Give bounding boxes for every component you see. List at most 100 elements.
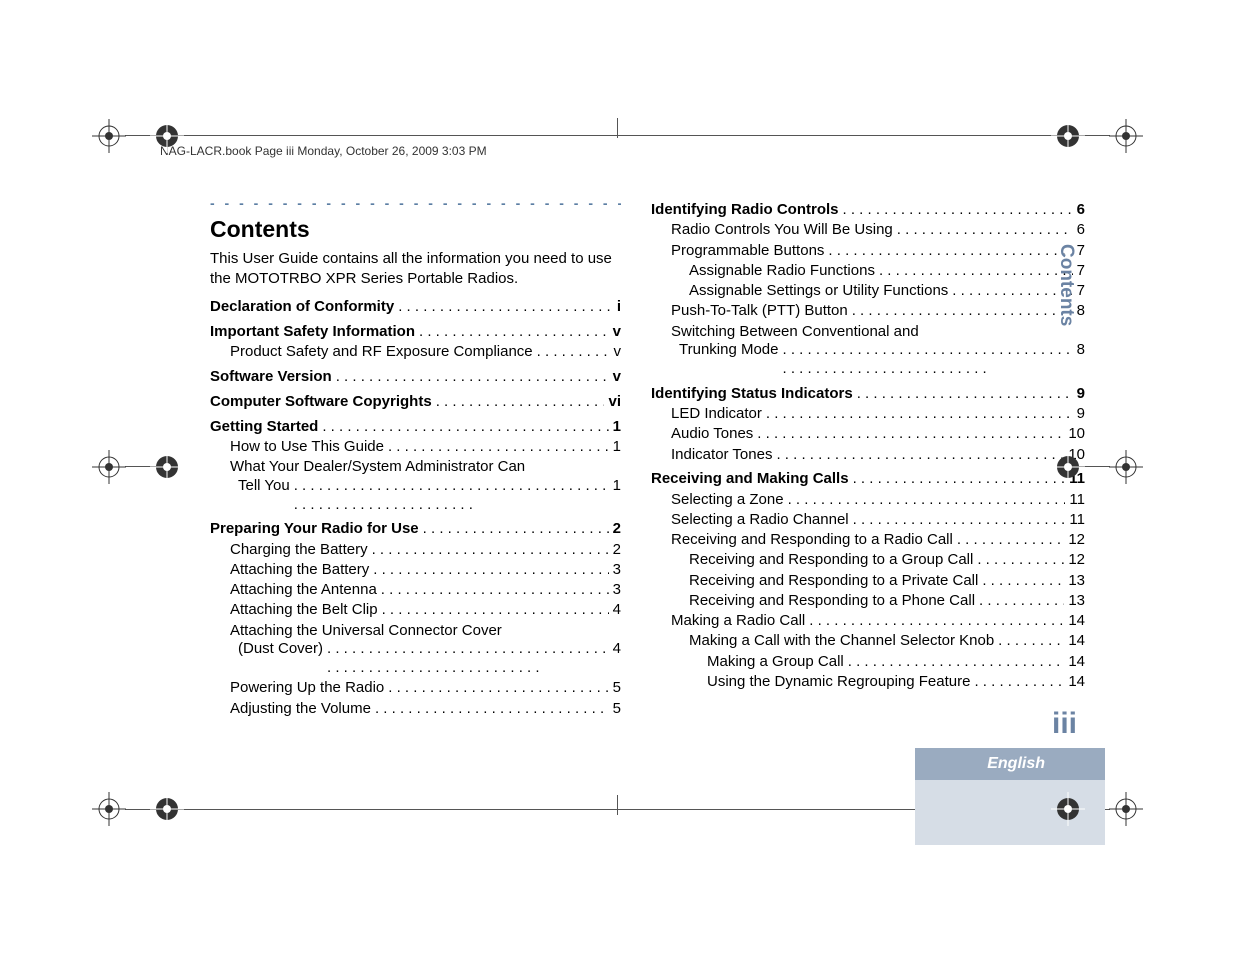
toc-entry: Audio Tones10 [651,425,1085,444]
toc-entry: Attaching the Belt Clip4 [210,601,621,620]
toc-entry-page: 7 [1077,242,1085,261]
toc-entry-label: (Dust Cover) [238,640,323,659]
contents-title: Contents [210,215,621,244]
toc-entry: Adjusting the Volume 5 [210,700,621,719]
registration-mark-icon [150,450,184,484]
toc-entry-label: Software Version [210,368,332,387]
toc-entry-page: 2 [613,541,621,560]
registration-mark-icon [92,792,126,826]
toc-entry: Attaching the Battery3 [210,561,621,580]
toc-entry: Charging the Battery 2 [210,541,621,560]
toc-entry: How to Use This Guide1 [210,438,621,457]
toc-entry-page: 9 [1077,385,1085,404]
leader-dots [957,531,1064,550]
leader-dots [372,541,609,560]
toc-entry: Attaching the Universal Connector Cover(… [210,622,621,678]
toc-entry: Selecting a Radio Channel11 [651,511,1085,530]
toc-entry-page: 8 [1077,302,1085,321]
toc-entry-label: Programmable Buttons [671,242,824,261]
leader-dots [322,418,608,437]
toc-entry-page: 1 [613,438,621,457]
toc-entry-label: Receiving and Responding to a Group Call [689,551,973,570]
leader-dots [776,446,1064,465]
leader-dots [828,242,1072,261]
registration-mark-icon [1051,119,1085,153]
toc-entry-label: Computer Software Copyrights [210,393,432,412]
toc-section: Identifying Radio Controls6 [651,201,1085,220]
registration-mark-icon [1051,450,1085,484]
left-column: - - - - - - - - - - - - - - - - - - - - … [210,195,621,720]
toc-entry-label: Trunking Mode [679,341,779,360]
toc-left: Declaration of ConformityiImportant Safe… [210,298,621,718]
toc-entry-label: Making a Group Call [707,653,844,672]
leader-dots [974,673,1064,692]
toc-entry-label: Charging the Battery [230,541,368,560]
toc-entry-label: Receiving and Making Calls [651,470,849,489]
toc-entry-page: 4 [613,640,621,659]
toc-entry-page: 7 [1077,262,1085,281]
toc-entry-label: Identifying Status Indicators [651,385,853,404]
toc-entry: Receiving and Responding to a Private Ca… [651,572,1085,591]
toc-entry-label: Product Safety and RF Exposure Complianc… [230,343,533,362]
leader-dots [853,511,1066,530]
toc-entry-label: Selecting a Radio Channel [671,511,849,530]
leader-dots [783,341,1073,379]
toc-entry-label: Attaching the Universal Connector Cover [230,622,621,641]
toc-entry: Push-To-Talk (PTT) Button 8 [651,302,1085,321]
toc-entry-label: Using the Dynamic Regrouping Feature [707,673,970,692]
toc-entry-label: Radio Controls You Will Be Using [671,221,893,240]
toc-entry-page: 4 [613,601,621,620]
toc-section: Computer Software Copyrightsvi [210,393,621,412]
toc-entry-label: Assignable Radio Functions [689,262,875,281]
toc-entry: Selecting a Zone11 [651,491,1085,510]
registration-mark-icon [150,119,184,153]
toc-entry-page: 9 [1077,405,1085,424]
toc-section: Preparing Your Radio for Use2 [210,520,621,539]
toc-entry-page: 13 [1068,592,1085,611]
toc-entry-page: 5 [613,700,621,719]
leader-dots [423,520,609,539]
toc-entry-page: 12 [1068,531,1085,550]
toc-entry-label: Getting Started [210,418,318,437]
toc-entry: Making a Group Call14 [651,653,1085,672]
title-rule-icon: - - - - - - - - - - - - - - - - - - - - … [210,195,621,213]
toc-section: Getting Started1 [210,418,621,437]
toc-entry-page: 6 [1077,221,1085,240]
side-tab-label: Contents [1057,230,1077,340]
registration-mark-icon [1109,119,1143,153]
toc-entry-label: Receiving and Responding to a Radio Call [671,531,953,550]
toc-entry-page: 3 [613,581,621,600]
toc-entry-page: 7 [1077,282,1085,301]
registration-mark-icon [150,792,184,826]
toc-section: Software Version v [210,368,621,387]
language-tab: English [915,748,1105,780]
toc-entry-page: 1 [613,477,621,496]
toc-entry-label: Declaration of Conformity [210,298,394,317]
leader-dots [977,551,1064,570]
leader-dots [766,405,1073,424]
leader-dots [852,302,1073,321]
toc-entry: Using the Dynamic Regrouping Feature14 [651,673,1085,692]
leader-dots [788,491,1066,510]
toc-entry-label: Attaching the Battery [230,561,369,580]
right-column: Identifying Radio Controls6Radio Control… [651,195,1085,720]
toc-entry: Making a Radio Call14 [651,612,1085,631]
toc-right: Identifying Radio Controls6Radio Control… [651,201,1085,692]
leader-dots [388,679,608,698]
toc-entry-page: 8 [1077,341,1085,360]
toc-entry-label: Assignable Settings or Utility Functions [689,282,948,301]
toc-entry-page: v [613,368,621,387]
toc-entry: Product Safety and RF Exposure Complianc… [210,343,621,362]
registration-mark-icon [92,450,126,484]
toc-entry-label: Adjusting the Volume [230,700,371,719]
registration-mark-icon [1109,792,1143,826]
toc-entry-label: Identifying Radio Controls [651,201,839,220]
registration-mark-icon [1109,450,1143,484]
leader-dots [843,201,1073,220]
leader-dots [757,425,1064,444]
toc-entry-label: Push-To-Talk (PTT) Button [671,302,848,321]
toc-entry: Receiving and Responding to a Radio Call… [651,531,1085,550]
fold-mark-top [617,118,618,138]
toc-entry-page: 5 [613,679,621,698]
toc-entry-page: 13 [1068,572,1085,591]
